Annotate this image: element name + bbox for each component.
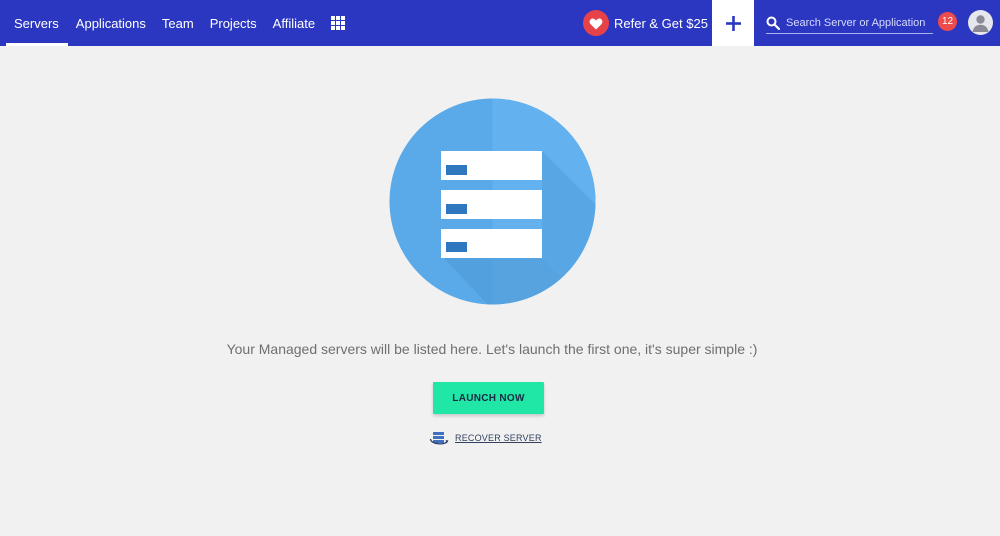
nav-applications[interactable]: Applications: [68, 0, 154, 46]
nav-servers[interactable]: Servers: [0, 0, 68, 46]
refer-label: Refer & Get $25: [614, 15, 708, 31]
search-icon: [766, 16, 780, 30]
nav-projects-label: Projects: [209, 15, 257, 31]
apps-grid-icon[interactable]: [331, 16, 345, 30]
empty-state-message: Your Managed servers will be listed here…: [226, 341, 758, 357]
servers-stack-icon: [389, 98, 596, 305]
top-navigation-bar: Servers Applications Team Projects Affil…: [0, 0, 1000, 46]
nav-projects[interactable]: Projects: [202, 0, 265, 46]
refer-button[interactable]: Refer & Get $25: [583, 9, 708, 37]
search-input[interactable]: [786, 16, 931, 29]
search-bar: [766, 12, 933, 34]
plus-icon: [725, 15, 741, 31]
main-nav: Servers Applications Team Projects Affil…: [0, 0, 323, 46]
add-server-button[interactable]: [712, 0, 754, 46]
recover-server-icon: [429, 431, 449, 444]
recover-server-label: RECOVER SERVER: [455, 433, 542, 443]
nav-servers-label: Servers: [14, 15, 59, 31]
user-avatar-icon[interactable]: [968, 10, 993, 35]
launch-now-button[interactable]: LAUNCH NOW: [433, 382, 544, 414]
nav-affiliate-label: Affiliate: [272, 15, 316, 31]
nav-team-label: Team: [161, 15, 194, 31]
recover-server-link[interactable]: RECOVER SERVER: [429, 428, 542, 448]
nav-applications-label: Applications: [75, 15, 146, 31]
nav-team[interactable]: Team: [154, 0, 202, 46]
notification-badge[interactable]: 12: [938, 12, 957, 31]
heart-icon: [583, 10, 609, 36]
nav-affiliate[interactable]: Affiliate: [265, 0, 323, 46]
